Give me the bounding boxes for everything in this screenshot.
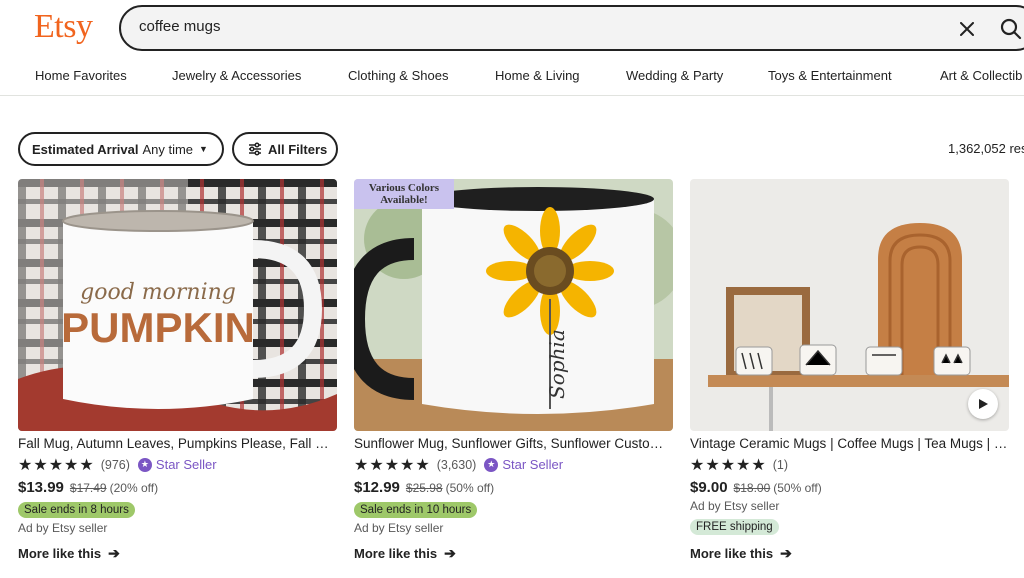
search-icon (1000, 18, 1022, 40)
estimated-arrival-value: Any time (142, 141, 194, 157)
ceramic-mugs-photo (690, 179, 1009, 431)
discount: (50% off) (773, 481, 822, 495)
more-like-this-link[interactable]: More like this ➔ (354, 545, 673, 562)
more-like-this-link[interactable]: More like this ➔ (690, 545, 1009, 562)
listing-card: good morning PUMPKIN Fall Mug, Autumn Le… (18, 179, 337, 562)
arrow-right-icon: ➔ (108, 545, 120, 561)
price-row: $13.99 $17.49 (20% off) (18, 479, 337, 496)
listing-image[interactable] (690, 179, 1009, 431)
all-filters-button[interactable]: All Filters (232, 132, 338, 166)
arrow-right-icon: ➔ (444, 545, 456, 561)
review-count: (1) (772, 457, 788, 472)
more-like-this-label: More like this (690, 546, 774, 561)
review-count: (3,630) (436, 457, 477, 472)
price-row: $12.99 $25.98 (50% off) (354, 479, 673, 496)
original-price: $25.98 (405, 481, 443, 495)
mug-text-large: PUMPKIN (61, 304, 255, 351)
category-wedding-party[interactable]: Wedding & Party (626, 68, 723, 83)
listing-image[interactable]: Sophia Various Colors Available! (354, 179, 673, 431)
sale-badge: Sale ends in 8 hours (18, 502, 135, 518)
category-nav: Home Favorites Jewelry & Accessories Clo… (0, 60, 1024, 96)
sale-price: $12.99 (354, 479, 400, 496)
five-star-rating-icon: ★★★★★ (690, 456, 767, 474)
more-like-this-link[interactable]: More like this ➔ (18, 545, 337, 562)
category-toys-entertainment[interactable]: Toys & Entertainment (768, 68, 892, 83)
caret-down-icon: ▼ (199, 144, 208, 154)
pumpkin-mug-photo: good morning PUMPKIN (18, 179, 337, 431)
close-icon (960, 22, 974, 36)
play-icon (979, 399, 988, 409)
estimated-arrival-filter[interactable]: Estimated Arrival Any time ▼ (18, 132, 224, 166)
category-home-favorites[interactable]: Home Favorites (35, 68, 127, 83)
original-price: $17.49 (69, 481, 107, 495)
star-seller-badge: ★ Star Seller (137, 457, 217, 472)
discount: (50% off) (445, 481, 495, 495)
ad-label: Ad by Etsy seller (354, 521, 444, 535)
category-jewelry-accessories[interactable]: Jewelry & Accessories (172, 68, 301, 83)
more-like-this-label: More like this (18, 546, 102, 561)
ad-label: Ad by Etsy seller (18, 521, 108, 535)
original-price: $18.00 (733, 481, 771, 495)
listing-card: Vintage Ceramic Mugs | Coffee Mugs | Tea… (690, 179, 1009, 562)
listing-title[interactable]: Sunflower Mug, Sunflower Gifts, Sunflowe… (354, 436, 673, 451)
ad-label: Ad by Etsy seller (690, 499, 780, 513)
star-seller-label: Star Seller (502, 457, 564, 472)
all-filters-label: All Filters (268, 141, 328, 157)
colors-tag-line2: Available! (380, 194, 428, 206)
star-seller-icon: ★ (484, 457, 499, 472)
rating-row: ★★★★★ (1) (690, 456, 1009, 474)
listing-image[interactable]: good morning PUMPKIN (18, 179, 337, 431)
listing-title[interactable]: Vintage Ceramic Mugs | Coffee Mugs | Tea… (690, 436, 1009, 451)
price-row: $9.00 $18.00 (50% off) (690, 479, 1009, 496)
estimated-arrival-label: Estimated Arrival (32, 141, 139, 157)
free-shipping-badge: FREE shipping (690, 519, 779, 535)
category-art-collectibles[interactable]: Art & Collectib (940, 68, 1022, 83)
category-clothing-shoes[interactable]: Clothing & Shoes (348, 68, 448, 83)
results-count: 1,362,052 res (948, 141, 1024, 156)
clear-search-button[interactable] (955, 17, 979, 41)
colors-available-tag: Various Colors Available! (354, 179, 454, 209)
arrow-right-icon: ➔ (780, 545, 792, 561)
colors-tag-line1: Various Colors (368, 182, 440, 194)
review-count: (976) (100, 457, 130, 472)
mug-text-small: good morning (80, 280, 236, 305)
search-bar (119, 5, 1024, 51)
etsy-logo[interactable]: Etsy (34, 8, 93, 46)
rating-row: ★★★★★ (3,630) ★ Star Seller (354, 456, 673, 474)
sunflower-mug-photo: Sophia (354, 179, 673, 431)
listing-card: Sophia Various Colors Available! Sunflow… (354, 179, 673, 562)
star-seller-badge: ★ Star Seller (484, 457, 563, 472)
five-star-rating-icon: ★★★★★ (18, 456, 95, 474)
filter-sliders-icon (249, 142, 261, 156)
search-input[interactable] (139, 18, 839, 35)
more-like-this-label: More like this (354, 546, 438, 561)
play-video-button[interactable] (968, 389, 998, 419)
category-home-living[interactable]: Home & Living (495, 68, 580, 83)
rating-row: ★★★★★ (976) ★ Star Seller (18, 456, 337, 474)
sale-price: $13.99 (18, 479, 64, 496)
star-seller-icon: ★ (137, 457, 152, 472)
sale-badge: Sale ends in 10 hours (354, 502, 478, 518)
search-button[interactable] (997, 15, 1024, 43)
five-star-rating-icon: ★★★★★ (354, 456, 431, 474)
listing-title[interactable]: Fall Mug, Autumn Leaves, Pumpkins Please… (18, 436, 337, 451)
discount: (20% off) (109, 481, 159, 495)
star-seller-label: Star Seller (155, 457, 217, 472)
sale-price: $9.00 (690, 479, 728, 496)
mug-name-text: Sophia (545, 329, 569, 399)
